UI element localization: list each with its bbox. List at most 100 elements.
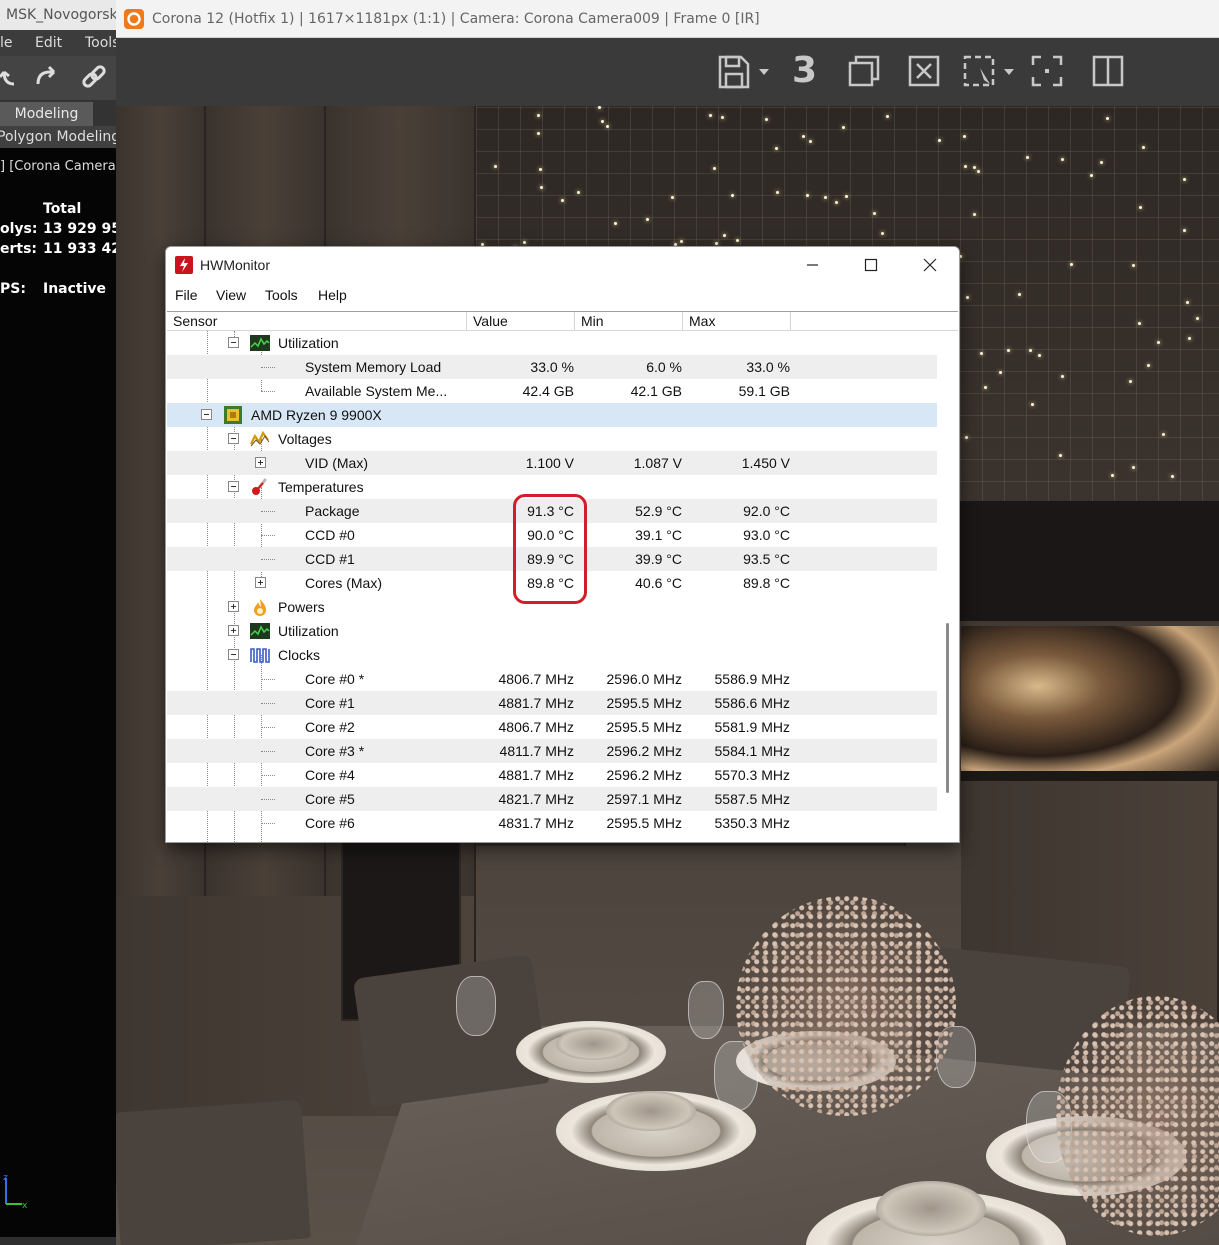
dining-chair [116, 1099, 311, 1245]
sensor-name: Core #4 [305, 767, 355, 783]
region-render-icon[interactable] [962, 54, 1018, 90]
thermometer-icon [252, 478, 267, 495]
light-dot [1105, 117, 1109, 120]
power-flame-icon [254, 599, 266, 616]
collapse-icon[interactable] [228, 481, 239, 492]
axis-gizmo-icon: z x [3, 1173, 28, 1210]
tab-modeling[interactable]: Modeling [0, 102, 93, 126]
clock-wave-icon [250, 648, 270, 663]
menu-help[interactable]: Help [318, 287, 347, 303]
minimize-icon[interactable] [783, 247, 841, 283]
collapse-icon[interactable] [201, 409, 212, 420]
viewport-label[interactable]: ] [Corona Camera0 [0, 159, 116, 174]
sensor-group-row[interactable]: AMD Ryzen 9 9900X [167, 403, 937, 427]
hwmonitor-titlebar[interactable]: HWMonitor [166, 247, 959, 283]
column-sensor[interactable]: Sensor [167, 312, 467, 331]
expand-icon[interactable] [228, 601, 239, 612]
tree-connector [261, 751, 275, 752]
light-dot [1058, 453, 1062, 457]
light-dot [539, 185, 543, 189]
light-dot [775, 190, 779, 194]
corona-toolbar: 3 [116, 38, 1219, 106]
save-icon[interactable] [717, 54, 773, 90]
collapse-icon[interactable] [228, 649, 239, 660]
expand-icon[interactable] [255, 577, 266, 588]
sensor-value [467, 331, 574, 355]
sensor-name: Voltages [278, 431, 332, 447]
light-dot [1131, 263, 1135, 267]
sensor-group-row[interactable]: Clocks [167, 643, 937, 667]
sensor-group-row[interactable]: Utilization [167, 619, 937, 643]
sensor-name: Cores (Max) [305, 575, 383, 591]
clear-image-icon[interactable] [907, 54, 941, 90]
bowl [876, 1181, 986, 1236]
max-menu-tools[interactable]: Tools [85, 30, 116, 56]
vfb-history-count[interactable]: 3 [792, 48, 817, 94]
sensor-row[interactable]: Available System Me... 42.4 GB 42.1 GB 59.1… [167, 379, 937, 403]
sensor-name: Core #6 [305, 815, 355, 831]
undo-icon[interactable] [0, 64, 26, 90]
sensor-min: 52.9 °C [635, 503, 682, 519]
sensor-min: 2595.5 MHz [606, 815, 682, 831]
sensor-max [683, 643, 790, 667]
sensor-row[interactable]: Core #1 4881.7 MHz 2595.5 MHz 5586.6 MHz [167, 691, 937, 715]
sensor-row[interactable]: System Memory Load 33.0 % 6.0 % 33.0 % [167, 355, 937, 379]
duplicate-icon[interactable] [847, 54, 881, 90]
sensor-row[interactable]: Core #5 4821.7 MHz 2597.1 MHz 5587.5 MHz [167, 787, 937, 811]
sensor-group-row[interactable]: Utilization [167, 331, 937, 355]
maximize-icon[interactable] [842, 247, 900, 283]
voltage-icon [250, 430, 270, 447]
hwmonitor-logo-icon [175, 256, 193, 274]
scrollbar[interactable] [946, 623, 949, 793]
max-menu-file[interactable]: le [0, 30, 13, 56]
sensor-row[interactable]: Core #4 4881.7 MHz 2596.2 MHz 5570.3 MHz [167, 763, 937, 787]
sensor-table-header: Sensor Value Min Max [167, 311, 958, 331]
column-max[interactable]: Max [683, 312, 791, 331]
redo-icon[interactable] [32, 64, 62, 90]
stats-total-label: Total [43, 201, 82, 217]
expand-icon[interactable] [255, 457, 266, 468]
close-icon[interactable] [901, 247, 959, 283]
sensor-min [575, 427, 682, 451]
sensor-name: Core #3 * [305, 743, 365, 759]
sensor-value [467, 619, 574, 643]
sensor-name: Core #2 [305, 719, 355, 735]
sensor-max [683, 475, 790, 499]
fit-view-icon[interactable] [1030, 54, 1064, 90]
hwmonitor-menubar: File View Tools Help [166, 283, 959, 309]
sensor-row[interactable]: Core #2 4806.7 MHz 2595.5 MHz 5581.9 MHz [167, 715, 937, 739]
wine-glass [688, 981, 724, 1039]
menu-view[interactable]: View [216, 287, 246, 303]
menu-tools[interactable]: Tools [265, 287, 298, 303]
tree-connector [261, 559, 275, 560]
tree-connector [261, 727, 275, 728]
sensor-min [575, 475, 682, 499]
sensor-row[interactable]: Core #0 * 4806.7 MHz 2596.0 MHz 5586.9 MHz [167, 667, 937, 691]
sensor-max: 33.0 % [746, 359, 790, 375]
sensor-row[interactable]: Core #3 * 4811.7 MHz 2596.2 MHz 5584.1 MHz [167, 739, 937, 763]
sensor-group-row[interactable]: Voltages [167, 427, 937, 451]
sensor-min: 6.0 % [646, 359, 682, 375]
sensor-min: 2596.2 MHz [606, 767, 682, 783]
stats-fps-label: PS: [0, 281, 26, 297]
sensor-max: 5581.9 MHz [714, 719, 790, 735]
ribbon-polygon-modeling[interactable]: Polygon Modeling [0, 126, 116, 148]
menu-file[interactable]: File [175, 287, 198, 303]
column-value[interactable]: Value [467, 312, 575, 331]
svg-text:x: x [22, 1201, 28, 1210]
expand-icon[interactable] [228, 625, 239, 636]
sensor-row[interactable]: Core #6 4831.7 MHz 2595.5 MHz 5350.3 MHz [167, 811, 937, 835]
light-dot [722, 233, 726, 237]
sensor-value: 4811.7 MHz [499, 743, 574, 759]
max-menu-edit[interactable]: Edit [35, 30, 62, 56]
collapse-icon[interactable] [228, 337, 239, 348]
light-dot [1170, 474, 1174, 478]
tree-connector [261, 367, 275, 368]
column-min[interactable]: Min [575, 312, 683, 331]
link-icon[interactable] [80, 64, 110, 92]
sensor-min [575, 331, 682, 355]
split-view-icon[interactable] [1091, 54, 1125, 90]
sensor-row[interactable]: VID (Max) 1.100 V 1.087 V 1.450 V [167, 451, 937, 475]
sensor-max: 5350.3 MHz [714, 815, 790, 831]
collapse-icon[interactable] [228, 433, 239, 444]
